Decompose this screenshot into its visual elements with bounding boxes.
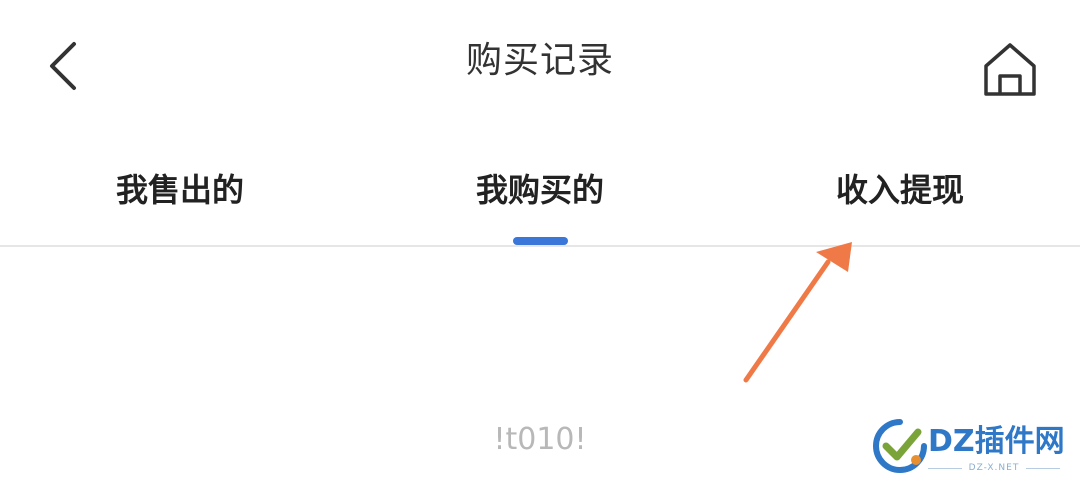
tab-purchased[interactable]: 我购买的 — [360, 160, 720, 220]
home-button[interactable] — [968, 30, 1052, 114]
app-header: 购买记录 — [0, 0, 1080, 125]
back-button[interactable] — [30, 30, 102, 102]
chevron-left-icon — [50, 42, 76, 90]
tab-divider — [0, 245, 1080, 247]
page-title: 购买记录 — [465, 40, 614, 81]
watermark-text: DZ插件网 — [928, 424, 1065, 459]
watermark: DZ插件网 DZ-X.NET — [872, 418, 1072, 484]
empty-placeholder-text: !t010! — [493, 422, 587, 457]
home-icon — [984, 43, 1036, 96]
tab-bar: 我售出的 我购买的 收入提现 — [0, 150, 1080, 245]
active-tab-indicator — [513, 237, 568, 245]
tab-income-withdraw[interactable]: 收入提现 — [720, 160, 1080, 220]
watermark-rule-right — [1026, 468, 1060, 469]
watermark-logo-icon — [873, 419, 927, 473]
tab-sold[interactable]: 我售出的 — [0, 160, 360, 220]
